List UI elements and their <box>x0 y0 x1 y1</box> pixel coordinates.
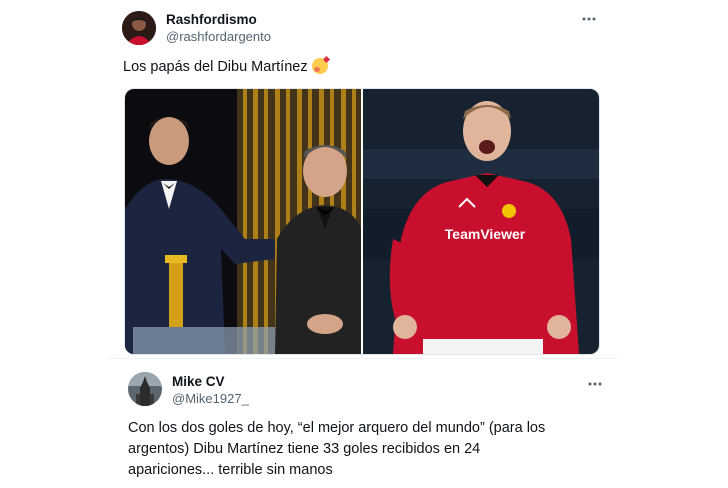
author-name[interactable]: Mike CV <box>172 374 225 389</box>
avatar[interactable] <box>128 372 162 406</box>
author-name[interactable]: Rashfordismo <box>166 12 257 27</box>
smiling-face-with-hearts-icon <box>311 58 328 74</box>
avatar[interactable] <box>122 11 156 45</box>
author-handle[interactable]: @Mike1927_ <box>172 391 249 406</box>
media-divider <box>361 89 363 354</box>
tweet-text: Con los dos goles de hoy, “el mejor arqu… <box>128 420 546 478</box>
more-horizontal-icon[interactable] <box>582 13 596 23</box>
more-horizontal-icon[interactable] <box>588 378 602 388</box>
author-handle[interactable]: @rashfordargento <box>166 29 271 44</box>
jersey-sponsor-text: TeamViewer <box>445 226 526 242</box>
tweet-text: Los papás del Dibu Martínez <box>123 57 328 77</box>
tweet-text-body: Los papás del Dibu Martínez <box>123 59 308 75</box>
tweet-reply[interactable]: Mike CV @Mike1927_ Con los dos goles de … <box>108 358 618 488</box>
award-ceremony-photo[interactable] <box>125 89 361 354</box>
player-celebrating-photo[interactable]: TeamViewer <box>363 89 599 354</box>
tweet-media[interactable]: TeamViewer <box>124 88 600 355</box>
tweet-quoted[interactable]: Rashfordismo @rashfordargento Los papás … <box>108 0 618 358</box>
